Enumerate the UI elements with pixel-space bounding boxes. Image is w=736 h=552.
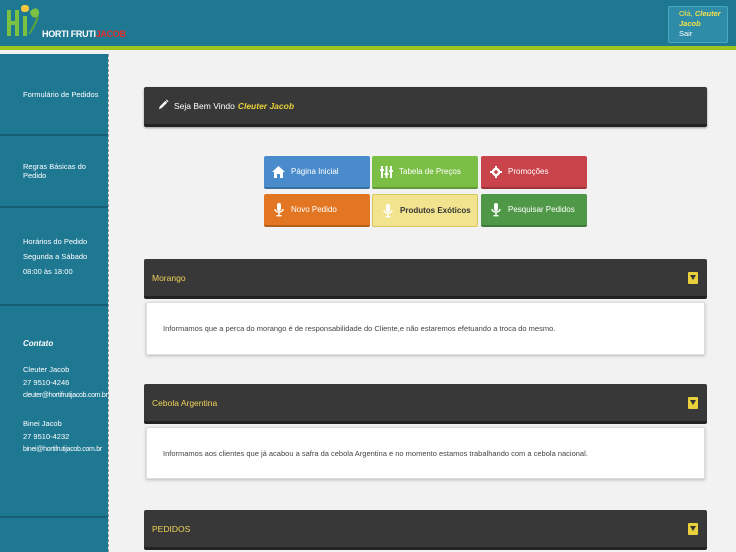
sliders-icon [380,165,393,179]
contact-phone: 27 9510-4232 [23,432,70,441]
contact-entry: Binei Jacob 27 9510-4232 binei@hortifrut… [23,418,108,456]
button-label: Pesquisar Pedidos [508,205,575,214]
section-title: Morango [152,272,186,283]
contact-email[interactable]: cleuter@hortifrutijacob.com.br [23,390,108,402]
contact-email[interactable]: binei@hortifrutijacob.com.br [23,444,108,456]
microphone-icon [489,202,502,217]
sidebar-hours: Horários do Pedido Segunda a Sábado 08:0… [0,208,108,306]
section-text: Informamos que a perca do morango é de r… [163,324,556,333]
brand-logo[interactable]: HORTI FRUTIJACOB [4,3,126,45]
welcome-bar: Seja Bem Vindo Cleuter Jacob [144,87,707,127]
user-box: Olá, Cleuter Jacob Sair [668,6,728,43]
home-icon [272,165,285,179]
section-title: PEDIDOS [152,523,191,534]
section-body-morango: Informamos que a perca do morango é de r… [146,302,705,355]
chevron-down-icon[interactable] [688,522,698,535]
welcome-text: Seja Bem Vindo [174,100,235,111]
user-greeting: Olá, Cleuter Jacob [679,9,721,29]
sidebar-item-label: Regras Básicas do Pedido [23,162,86,180]
microphone-icon [272,202,285,217]
logo-text-main: HORTI FRUTI [42,29,96,39]
section-text: Informamos aos clientes que já acabou a … [163,448,588,458]
chevron-down-icon[interactable] [688,271,698,284]
sidebar: Formulário de Pedidos Regras Básicas do … [0,54,108,552]
hours-days: Segunda a Sábado [23,251,88,261]
search-orders-button[interactable]: Pesquisar Pedidos [481,194,587,227]
home-button[interactable]: Página Inicial [264,156,370,189]
logo-text-accent: JACOB [95,29,126,39]
hours-time: 08:00 às 18:00 [23,266,73,276]
section-title: Cebola Argentina [152,397,218,408]
button-label: Página Inicial [291,167,339,176]
button-label: Promoções [508,167,549,176]
content-divider [108,54,109,552]
button-label: Tabela de Preços [399,167,461,176]
contact-phone: 27 9510-4246 [23,378,70,387]
sidebar-item-basic-rules[interactable]: Regras Básicas do Pedido [0,136,108,208]
section-header-cebola[interactable]: Cebola Argentina [144,384,707,424]
exotic-products-button[interactable]: Produtos Exóticos [372,194,478,227]
section-header-morango[interactable]: Morango [144,259,707,299]
hours-title: Horários do Pedido [23,236,88,246]
promotions-button[interactable]: Promoções [481,156,587,189]
section-header-pedidos[interactable]: PEDIDOS [144,510,707,550]
top-header: HORTI FRUTIJACOB Olá, Cleuter Jacob Sair [0,0,736,50]
logo-text: HORTI FRUTIJACOB [42,29,126,39]
section-body-cebola: Informamos aos clientes que já acabou a … [146,427,705,479]
contact-heading: Contato [23,339,54,348]
welcome-user-name: Cleuter Jacob [237,100,295,111]
new-order-button[interactable]: Novo Pedido [264,194,370,227]
contact-name: Cleuter Jacob [23,365,70,374]
price-table-button[interactable]: Tabela de Preços [372,156,478,189]
logout-link[interactable]: Sair [679,29,721,39]
sidebar-item-order-form[interactable]: Formulário de Pedidos [0,54,108,136]
button-label: Produtos Exóticos [400,206,471,215]
logo-icon [7,5,40,36]
sidebar-contact: Contato Cleuter Jacob 27 9510-4246 cleut… [0,306,108,518]
greeting-text: Olá, [679,9,693,18]
contact-name: Binei Jacob [23,419,62,428]
chevron-down-icon[interactable] [688,396,698,409]
contact-entry: Cleuter Jacob 27 9510-4246 cleuter@horti… [23,364,108,402]
gear-icon [489,165,502,179]
pencil-icon [158,99,169,112]
sidebar-item-label: Formulário de Pedidos [23,89,99,99]
microphone-icon [381,203,394,218]
button-label: Novo Pedido [291,205,337,214]
